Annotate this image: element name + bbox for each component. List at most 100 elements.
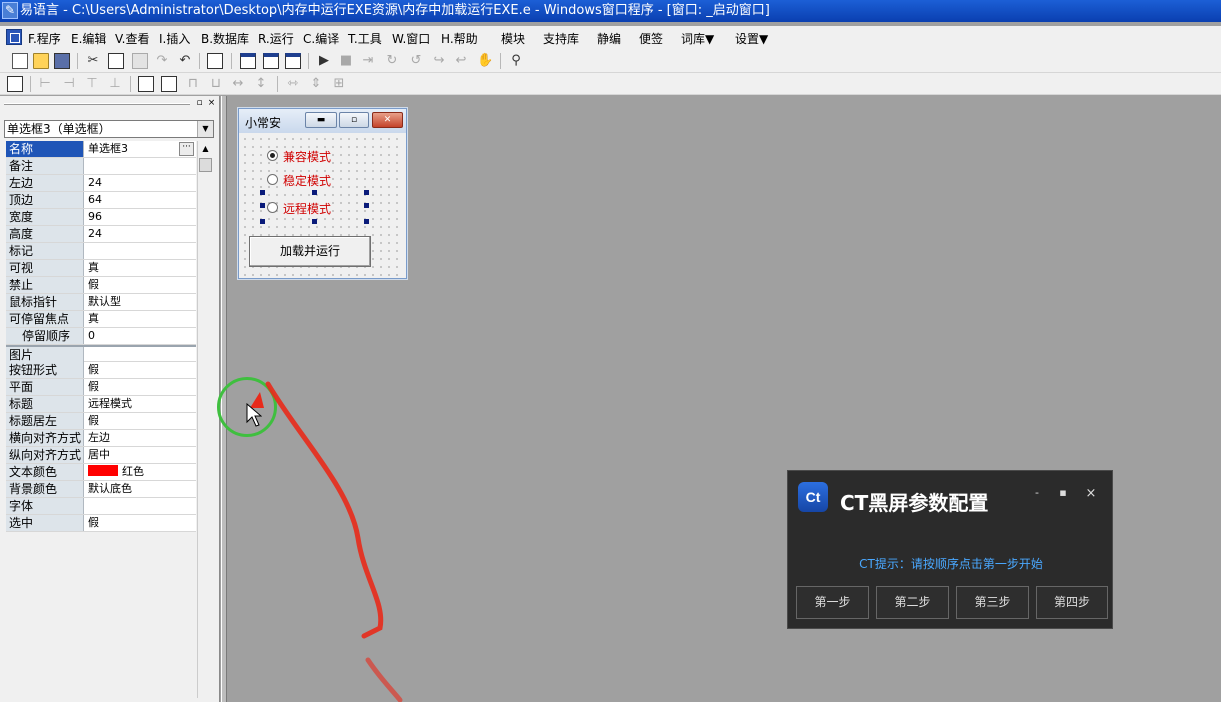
property-row[interactable]: 可停留焦点真 xyxy=(6,311,196,328)
maximize-icon[interactable]: ▪ xyxy=(1056,486,1070,499)
radio-compat-label[interactable]: 兼容模式 xyxy=(283,148,332,165)
layout-grid-icon[interactable] xyxy=(285,53,301,69)
align-left-icon[interactable]: ⊢ xyxy=(37,76,53,92)
property-value[interactable]: 默认型 xyxy=(85,294,196,310)
step-2-button[interactable]: 第二步 xyxy=(876,586,949,619)
menu-program[interactable]: F.程序 xyxy=(28,30,61,47)
property-value[interactable]: 真 xyxy=(85,311,196,327)
menu-edit[interactable]: E.编辑 xyxy=(71,30,106,47)
radio-remote-label[interactable]: 远程模式 xyxy=(283,200,332,217)
property-row[interactable]: 标题 远程模式 xyxy=(6,396,196,413)
menu-support-lib[interactable]: 支持库 xyxy=(543,30,579,47)
property-value[interactable]: 0 xyxy=(85,328,196,344)
property-row[interactable]: 背景颜色 默认底色 xyxy=(6,481,196,498)
calculator-icon[interactable] xyxy=(7,76,23,92)
app-menu-icon[interactable] xyxy=(6,29,22,45)
menu-view[interactable]: V.查看 xyxy=(115,30,149,47)
property-row[interactable]: 选中假 xyxy=(6,515,196,532)
property-value[interactable]: 假 xyxy=(85,515,196,531)
binoculars-icon[interactable]: ⚲ xyxy=(508,53,524,69)
radio-remote[interactable] xyxy=(267,202,278,213)
align-right-icon[interactable]: ⊣ xyxy=(61,76,77,92)
property-value[interactable]: 居中 xyxy=(85,447,196,463)
property-row[interactable]: 标记 xyxy=(6,243,196,260)
layout-panel-icon[interactable] xyxy=(240,53,256,69)
menu-thesaurus[interactable]: 词库▼ xyxy=(681,30,714,47)
center-horizontal-icon[interactable] xyxy=(138,76,154,92)
form-canvas[interactable]: 兼容模式 稳定模式 远程模式 加载并运行 xyxy=(241,135,404,276)
radio-stable[interactable] xyxy=(267,174,278,185)
ct-config-dialog[interactable]: Ct CT黑屏参数配置 - ▪ × CT提示：请按顺序点击第一步开始 第一步 第… xyxy=(787,470,1113,629)
open-folder-icon[interactable] xyxy=(33,53,49,69)
new-file-icon[interactable] xyxy=(12,53,28,69)
property-value[interactable]: 真 xyxy=(85,260,196,276)
scroll-thumb[interactable] xyxy=(199,158,212,172)
property-row[interactable]: 顶边 64 xyxy=(6,192,196,209)
property-row[interactable]: 停留顺序 0 xyxy=(6,328,196,345)
property-row[interactable]: 按钮形式假 xyxy=(6,362,196,379)
resize-handle[interactable] xyxy=(260,203,265,208)
hand-icon[interactable]: ✋ xyxy=(477,53,493,69)
minimize-icon[interactable]: - xyxy=(1030,486,1044,499)
radio-stable-label[interactable]: 稳定模式 xyxy=(283,172,332,189)
redo-icon[interactable]: ↷ xyxy=(154,53,170,69)
minimize-icon[interactable]: ▬ xyxy=(305,112,337,128)
menu-database[interactable]: B.数据库 xyxy=(201,30,249,47)
step-1-button[interactable]: 第一步 xyxy=(796,586,869,619)
property-row[interactable]: 平面假 xyxy=(6,379,196,396)
app-icon[interactable]: ✎ xyxy=(2,2,18,19)
resize-handle[interactable] xyxy=(260,190,265,195)
same-size-width-icon[interactable]: ⇿ xyxy=(285,76,301,92)
find-icon[interactable] xyxy=(207,53,223,69)
property-row[interactable]: 文本颜色 红色 xyxy=(6,464,196,481)
maximize-icon[interactable]: ▫ xyxy=(339,112,369,128)
resize-handle[interactable] xyxy=(312,190,317,195)
undo-icon[interactable]: ↶ xyxy=(177,53,193,69)
property-value[interactable]: 假 xyxy=(85,379,196,395)
property-row[interactable]: 名称 单选框3 ··· xyxy=(6,141,196,158)
property-row[interactable]: 纵向对齐方式 居中 xyxy=(6,447,196,464)
resize-handle[interactable] xyxy=(260,219,265,224)
step-3-button[interactable]: 第三步 xyxy=(956,586,1029,619)
scroll-up-icon[interactable]: ▲ xyxy=(198,141,213,157)
menu-tools[interactable]: T.工具 xyxy=(348,30,382,47)
step-over-icon[interactable]: ↻ xyxy=(384,53,400,69)
form-title-bar[interactable]: 小常安 ▬ ▫ ✕ xyxy=(239,109,406,133)
menu-module[interactable]: 模块 xyxy=(501,30,525,47)
menu-help[interactable]: H.帮助 xyxy=(441,30,478,47)
close-icon[interactable]: ✕ xyxy=(372,112,403,128)
property-row[interactable]: 鼠标指针 默认型 xyxy=(6,294,196,311)
resize-handle[interactable] xyxy=(364,190,369,195)
copy-icon[interactable] xyxy=(108,53,124,69)
property-row[interactable]: 图片 xyxy=(6,345,196,363)
property-row[interactable]: 标题居左假 xyxy=(6,413,196,430)
chevron-down-icon[interactable]: ▼ xyxy=(197,121,213,137)
layout-split-icon[interactable] xyxy=(263,53,279,69)
panel-grip[interactable] xyxy=(4,103,190,105)
cut-icon[interactable]: ✂ xyxy=(85,53,101,69)
ellipsis-button[interactable]: ··· xyxy=(179,142,194,156)
space-vertical-icon[interactable]: ↕ xyxy=(253,76,269,92)
same-size-icon[interactable]: ⊞ xyxy=(331,76,347,92)
breakpoint-icon[interactable]: ↩ xyxy=(453,53,469,69)
same-size-height-icon[interactable]: ⇕ xyxy=(308,76,324,92)
property-row[interactable]: 高度 24 xyxy=(6,226,196,243)
property-value[interactable]: 24 xyxy=(85,226,196,242)
align-bottom-icon[interactable]: ⊥ xyxy=(107,76,123,92)
property-row[interactable]: 可视真 xyxy=(6,260,196,277)
property-row[interactable]: 宽度 96 xyxy=(6,209,196,226)
property-row[interactable]: 横向对齐方式 左边 xyxy=(6,430,196,447)
menu-notes[interactable]: 便签 xyxy=(639,30,663,47)
property-value[interactable]: 红色 xyxy=(85,464,196,480)
property-value[interactable]: 假 xyxy=(85,362,196,378)
component-selector[interactable]: 单选框3（单选框） ▼ xyxy=(4,120,214,138)
property-value[interactable] xyxy=(85,243,196,259)
property-value[interactable]: 假 xyxy=(85,413,196,429)
property-value[interactable] xyxy=(85,347,196,363)
radio-compat[interactable] xyxy=(267,150,278,161)
property-row[interactable]: 备注 xyxy=(6,158,196,175)
menu-window[interactable]: W.窗口 xyxy=(392,30,430,47)
run-to-cursor-icon[interactable]: ↪ xyxy=(431,53,447,69)
property-value[interactable]: 24 xyxy=(85,175,196,191)
property-value[interactable]: 96 xyxy=(85,209,196,225)
